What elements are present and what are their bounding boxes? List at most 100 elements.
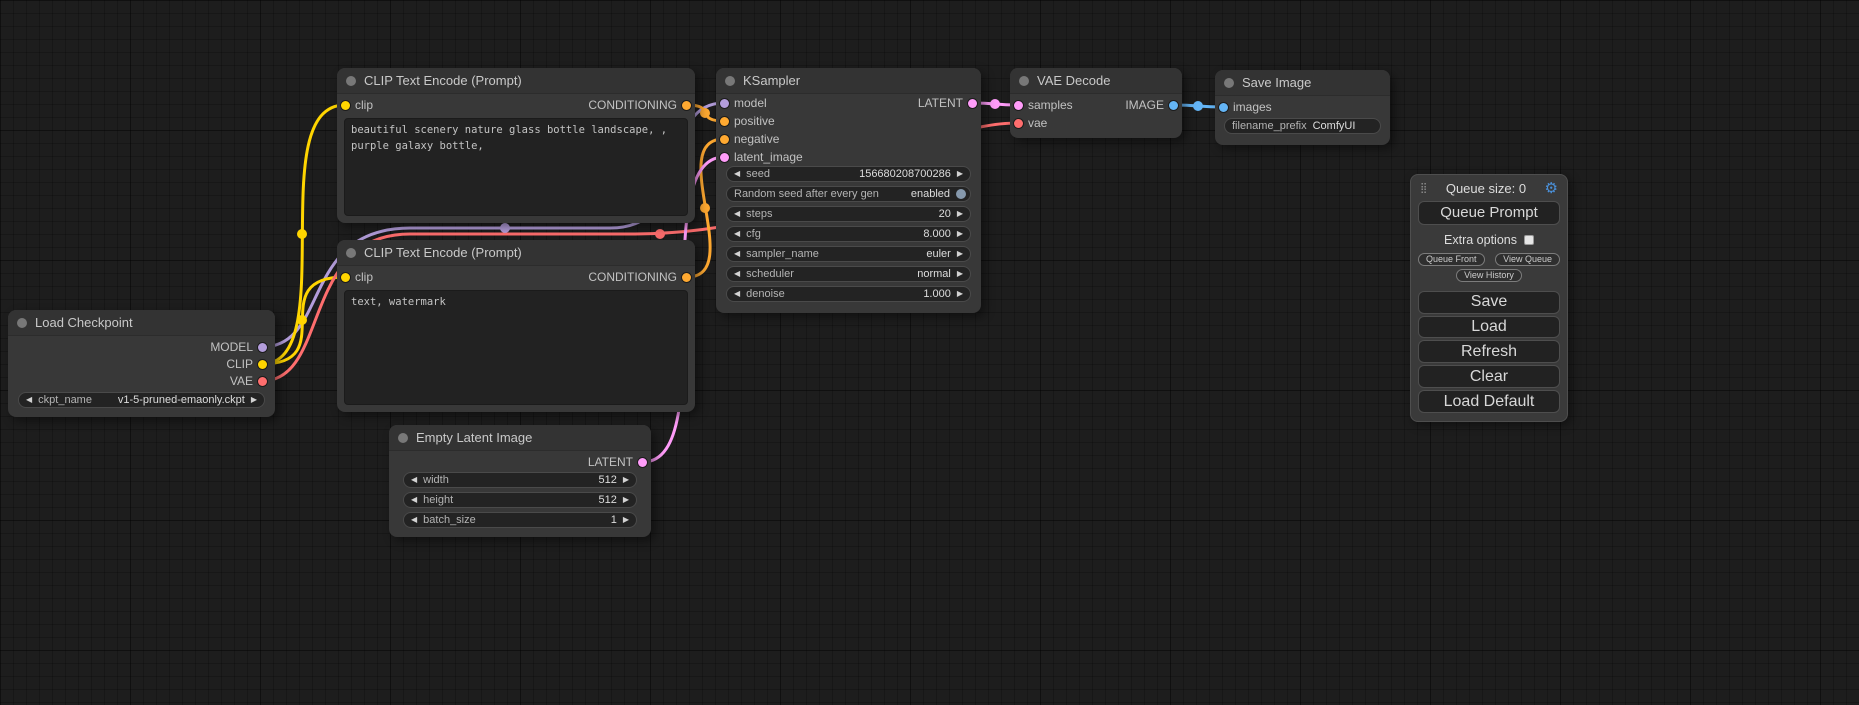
collapse-dot-icon[interactable] (346, 76, 356, 86)
increment-icon[interactable]: ▶ (957, 170, 963, 178)
node-titlebar[interactable]: CLIP Text Encode (Prompt) (337, 68, 695, 94)
decrement-icon[interactable]: ◀ (734, 250, 740, 258)
input-slot-clip[interactable] (341, 273, 350, 282)
widget-batch-size[interactable]: ◀ batch_size 1 ▶ (403, 512, 637, 528)
node-titlebar[interactable]: KSampler (716, 68, 981, 94)
widget-label: Random seed after every gen (734, 188, 879, 200)
prompt-textarea[interactable]: beautiful scenery nature glass bottle la… (344, 118, 688, 216)
output-slot-vae[interactable] (258, 377, 267, 386)
collapse-dot-icon[interactable] (398, 433, 408, 443)
node-load-checkpoint[interactable]: Load Checkpoint MODEL CLIP VAE ◀ ckpt_na… (8, 310, 275, 417)
output-slot-conditioning[interactable] (682, 101, 691, 110)
increment-icon[interactable]: ▶ (957, 270, 963, 278)
node-titlebar[interactable]: Empty Latent Image (389, 425, 651, 451)
node-canvas[interactable]: Load Checkpoint MODEL CLIP VAE ◀ ckpt_na… (0, 0, 1859, 705)
increment-icon[interactable]: ▶ (623, 476, 629, 484)
output-slot-conditioning[interactable] (682, 273, 691, 282)
collapse-dot-icon[interactable] (725, 76, 735, 86)
collapse-dot-icon[interactable] (1019, 76, 1029, 86)
increment-icon[interactable]: ▶ (957, 210, 963, 218)
widget-denoise[interactable]: ◀ denoise 1.000 ▶ (726, 286, 971, 302)
link-dot (700, 108, 710, 118)
input-slot-clip[interactable] (341, 101, 350, 110)
output-slot-latent[interactable] (638, 458, 647, 467)
node-vae-decode[interactable]: VAE Decode samples IMAGE vae (1010, 68, 1182, 138)
input-slot-vae[interactable] (1014, 119, 1023, 128)
increment-icon[interactable]: ▶ (957, 290, 963, 298)
input-slot-images[interactable] (1219, 103, 1228, 112)
output-slot-clip[interactable] (258, 360, 267, 369)
collapse-dot-icon[interactable] (17, 318, 27, 328)
queue-front-button[interactable]: Queue Front (1418, 253, 1485, 266)
node-title: CLIP Text Encode (Prompt) (364, 73, 522, 88)
input-slot-latent-image[interactable] (720, 153, 729, 162)
increment-icon[interactable]: ▶ (957, 250, 963, 258)
input-slot-positive[interactable] (720, 117, 729, 126)
node-ksampler[interactable]: KSampler model LATENT positive negative (716, 68, 981, 313)
node-titlebar[interactable]: VAE Decode (1010, 68, 1182, 94)
increment-icon[interactable]: ▶ (623, 496, 629, 504)
input-row: negative (716, 130, 981, 148)
decrement-icon[interactable]: ◀ (734, 230, 740, 238)
widget-cfg[interactable]: ◀ cfg 8.000 ▶ (726, 226, 971, 242)
input-label-latent-image: latent_image (734, 150, 803, 164)
widget-height[interactable]: ◀ height 512 ▶ (403, 492, 637, 508)
node-clip-text-encode-positive[interactable]: CLIP Text Encode (Prompt) clip CONDITION… (337, 68, 695, 223)
view-queue-button[interactable]: View Queue (1495, 253, 1560, 266)
widget-seed-control[interactable]: Random seed after every gen enabled (726, 186, 971, 202)
load-default-button[interactable]: Load Default (1418, 390, 1560, 413)
queue-prompt-button[interactable]: Queue Prompt (1418, 201, 1560, 225)
decrement-icon[interactable]: ◀ (26, 396, 32, 404)
widget-value: 1 (611, 514, 617, 526)
widget-ckpt-name[interactable]: ◀ ckpt_name v1-5-pruned-emaonly.ckpt ▶ (18, 392, 265, 408)
decrement-icon[interactable]: ◀ (411, 516, 417, 524)
increment-icon[interactable]: ▶ (251, 396, 257, 404)
output-slot-model[interactable] (258, 343, 267, 352)
toggle-knob-icon[interactable] (956, 189, 966, 199)
decrement-icon[interactable]: ◀ (734, 290, 740, 298)
collapse-dot-icon[interactable] (1224, 78, 1234, 88)
node-title: KSampler (743, 73, 800, 88)
decrement-icon[interactable]: ◀ (734, 270, 740, 278)
node-titlebar[interactable]: Load Checkpoint (8, 310, 275, 336)
extra-options-label: Extra options (1444, 233, 1517, 247)
view-history-button[interactable]: View History (1456, 269, 1522, 282)
node-save-image[interactable]: Save Image images filename_prefix ComfyU… (1215, 70, 1390, 145)
widget-seed[interactable]: ◀ seed 156680208700286 ▶ (726, 166, 971, 182)
output-label-model: MODEL (210, 340, 253, 354)
collapse-dot-icon[interactable] (346, 248, 356, 258)
widget-steps[interactable]: ◀ steps 20 ▶ (726, 206, 971, 222)
widget-width[interactable]: ◀ width 512 ▶ (403, 472, 637, 488)
input-slot-samples[interactable] (1014, 101, 1023, 110)
input-slot-model[interactable] (720, 99, 729, 108)
output-slot-image[interactable] (1169, 101, 1178, 110)
widget-scheduler[interactable]: ◀ scheduler normal ▶ (726, 266, 971, 282)
save-button[interactable]: Save (1418, 291, 1560, 314)
decrement-icon[interactable]: ◀ (411, 476, 417, 484)
clear-button[interactable]: Clear (1418, 365, 1560, 388)
node-titlebar[interactable]: CLIP Text Encode (Prompt) (337, 240, 695, 266)
refresh-button[interactable]: Refresh (1418, 340, 1560, 363)
settings-gear-icon[interactable]: ⚙ (1545, 181, 1558, 196)
widget-value: 8.000 (923, 228, 951, 240)
decrement-icon[interactable]: ◀ (734, 170, 740, 178)
increment-icon[interactable]: ▶ (623, 516, 629, 524)
widget-sampler-name[interactable]: ◀ sampler_name euler ▶ (726, 246, 971, 262)
widget-value: normal (917, 268, 951, 280)
input-slot-negative[interactable] (720, 135, 729, 144)
menu-header: ⣿ Queue size: 0 ⚙ (1418, 181, 1560, 196)
prompt-textarea[interactable]: text, watermark (344, 290, 688, 405)
link-dot (500, 223, 510, 233)
load-button[interactable]: Load (1418, 316, 1560, 339)
node-clip-text-encode-negative[interactable]: CLIP Text Encode (Prompt) clip CONDITION… (337, 240, 695, 412)
input-label-clip: clip (355, 270, 373, 284)
node-titlebar[interactable]: Save Image (1215, 70, 1390, 96)
increment-icon[interactable]: ▶ (957, 230, 963, 238)
decrement-icon[interactable]: ◀ (411, 496, 417, 504)
drag-handle-icon[interactable]: ⣿ (1420, 183, 1427, 194)
node-empty-latent-image[interactable]: Empty Latent Image LATENT ◀ width 512 ▶ … (389, 425, 651, 537)
extra-options-checkbox[interactable] (1524, 235, 1534, 245)
output-slot-latent[interactable] (968, 99, 977, 108)
decrement-icon[interactable]: ◀ (734, 210, 740, 218)
widget-filename-prefix[interactable]: filename_prefix ComfyUI (1224, 118, 1381, 134)
